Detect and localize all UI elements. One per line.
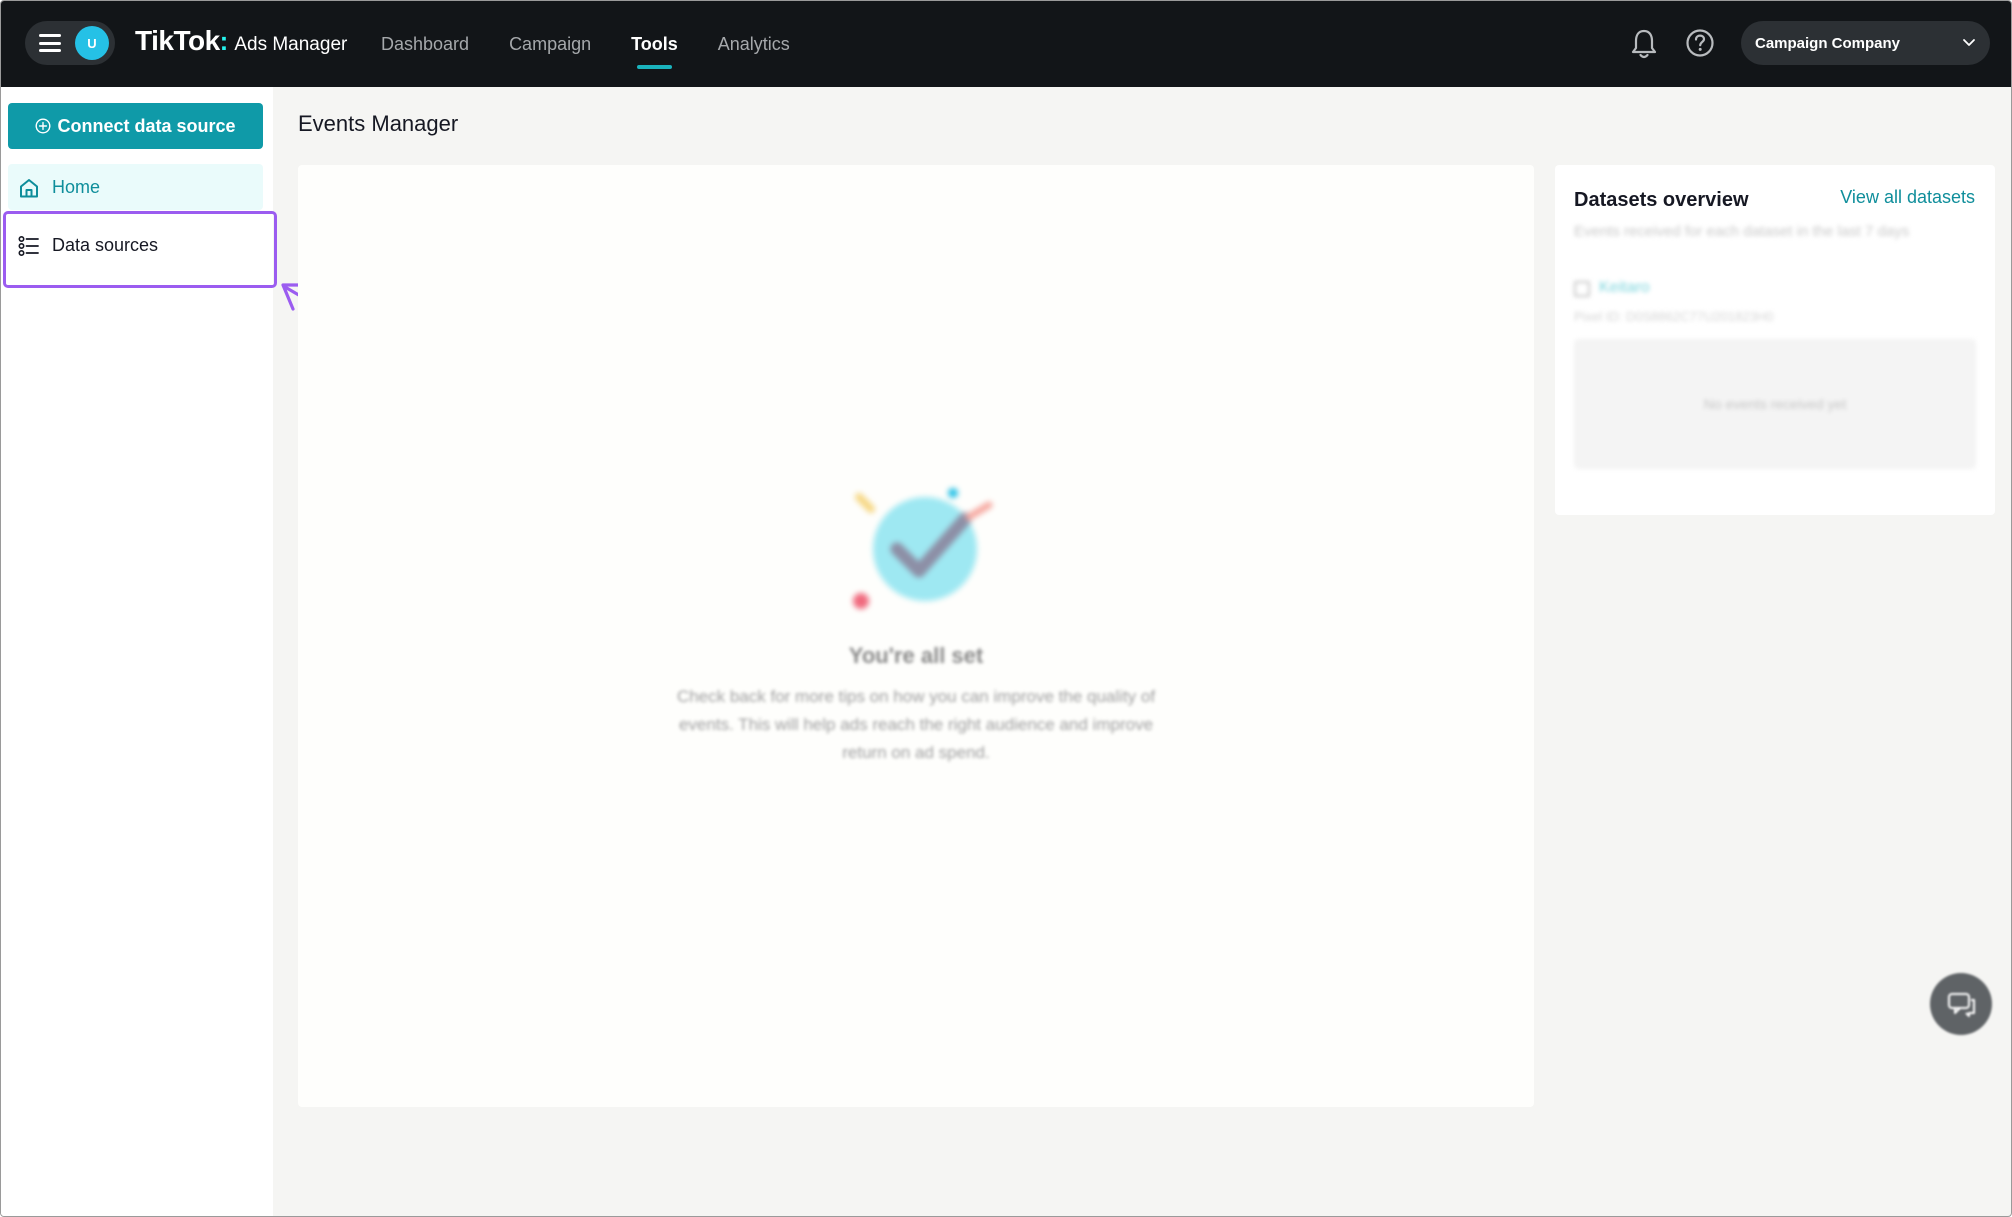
menu-icon[interactable] xyxy=(39,34,61,52)
main-nav: Dashboard Campaign Tools Analytics xyxy=(381,1,830,87)
nav-analytics[interactable]: Analytics xyxy=(718,1,790,87)
chat-icon xyxy=(1948,993,1975,1017)
help-icon[interactable] xyxy=(1685,28,1715,58)
chat-support-button[interactable] xyxy=(1930,973,1992,1035)
home-icon xyxy=(20,179,38,198)
app-window: U TikTok: Ads Manager Dashboard Campaign… xyxy=(0,0,2012,1217)
page-title: Events Manager xyxy=(298,111,459,136)
dataset-empty-text: No events received yet xyxy=(1703,396,1847,412)
menu-toggle[interactable]: U xyxy=(25,21,115,65)
nav-dashboard[interactable]: Dashboard xyxy=(381,1,469,87)
datasets-subtitle: Events received for each dataset in the … xyxy=(1574,223,1910,240)
dataset-name-link[interactable]: Keitaro xyxy=(1599,279,1650,297)
annotation-highlight-box xyxy=(3,211,277,288)
tiktok-logo[interactable]: TikTok: Ads Manager xyxy=(135,25,347,57)
datasets-overview-title: Datasets overview xyxy=(1574,189,1749,211)
account-selector[interactable]: Campaign Company xyxy=(1741,21,1990,65)
chevron-down-icon xyxy=(1963,39,1975,46)
logo-dot: : xyxy=(219,26,229,56)
connect-data-source-label: Connect data source xyxy=(57,115,236,136)
empty-state-title: You're all set xyxy=(848,643,984,668)
account-name: Campaign Company xyxy=(1755,34,1901,52)
avatar[interactable]: U xyxy=(75,26,109,60)
empty-state-description: Check back for more tips on how you can … xyxy=(676,687,1156,762)
nav-campaign[interactable]: Campaign xyxy=(509,1,591,87)
sidebar-item-home[interactable]: Home xyxy=(8,164,263,210)
nav-tools[interactable]: Tools xyxy=(631,1,678,87)
logo-product: Ads Manager xyxy=(234,34,348,55)
calendar-icon xyxy=(1574,281,1590,297)
top-bar: U TikTok: Ads Manager Dashboard Campaign… xyxy=(1,1,2011,87)
dataset-pixel-id: Pixel ID: D0S8862C77U201823H0 xyxy=(1574,309,1774,324)
dataset-events-chart: No events received yet xyxy=(1574,339,1976,469)
add-circle-icon xyxy=(35,118,51,134)
main-panel: You're all set Check back for more tips … xyxy=(298,165,1534,1107)
connect-data-source-button[interactable]: Connect data source xyxy=(8,103,263,149)
checkmark-illustration-icon xyxy=(853,488,993,609)
sidebar-item-label: Home xyxy=(52,176,101,197)
logo-brand: TikTok xyxy=(135,25,220,56)
view-all-datasets-link[interactable]: View all datasets xyxy=(1840,187,1975,208)
bell-icon[interactable] xyxy=(1629,28,1659,60)
datasets-overview-card: Datasets overview View all datasets Even… xyxy=(1555,165,1995,515)
